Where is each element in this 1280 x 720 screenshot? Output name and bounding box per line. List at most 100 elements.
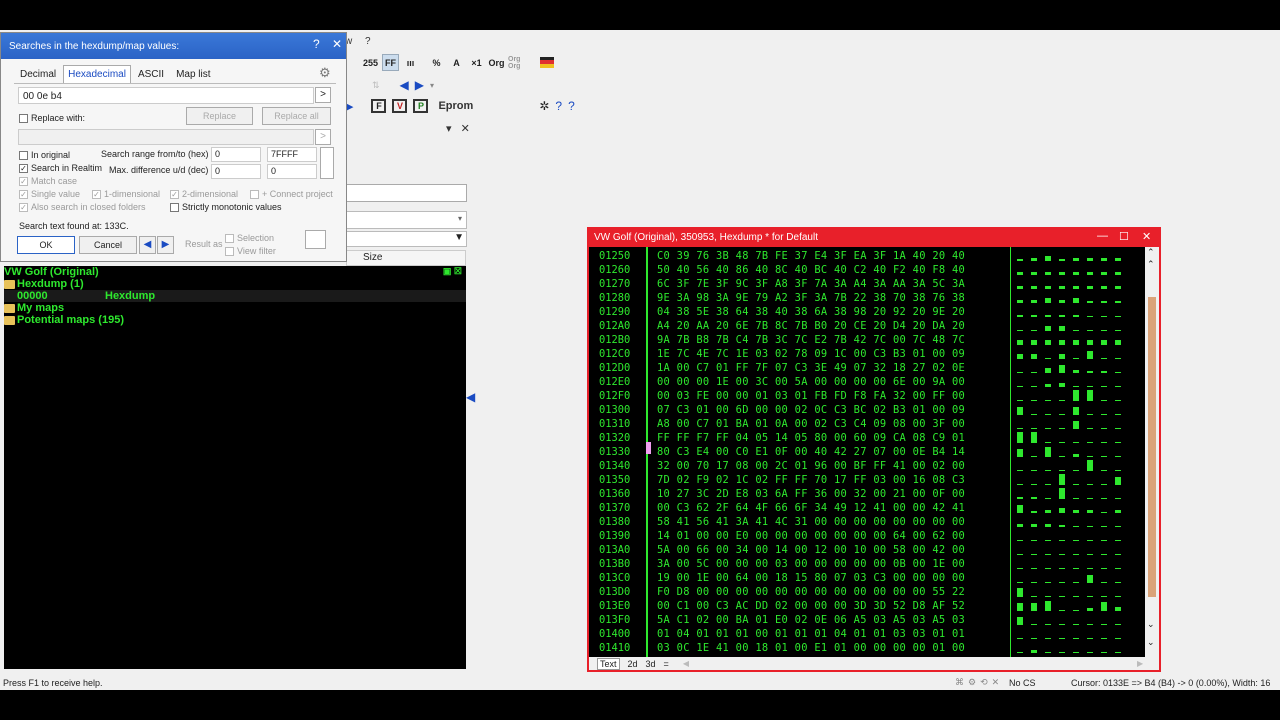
search-range-label: Search range from/to (hex)	[101, 149, 209, 159]
project-select-2[interactable]: ▼	[346, 231, 467, 247]
help-icon[interactable]: ?	[555, 99, 562, 113]
graph-bar	[1045, 286, 1051, 289]
range-from-input[interactable]: 0	[211, 147, 261, 162]
hex-bytes[interactable]: C0 39 76 3B 48 7B FE 37 E4 3F EA 3F 1A 4…	[657, 249, 965, 655]
v-icon[interactable]: V	[392, 99, 408, 113]
tab-text[interactable]: Text	[597, 657, 620, 670]
splitter-arrow-icon[interactable]: ◀	[466, 390, 475, 404]
tab-2d[interactable]: 2d	[628, 659, 638, 669]
tree-item-hexdump-entry[interactable]: 00000 Hexdump	[17, 290, 155, 302]
tb-factor-button[interactable]: ×1	[468, 54, 485, 71]
graph-bar	[1087, 460, 1093, 471]
graph-bar	[1087, 484, 1093, 485]
diff-up-input[interactable]: 0	[211, 164, 261, 179]
color-flag-icon[interactable]	[538, 54, 555, 71]
search-input[interactable]: 00 0e b4	[18, 87, 314, 104]
menu-item-help[interactable]: ?	[365, 36, 371, 47]
one-dim-checkbox[interactable]: ✓ 1-dimensional	[92, 189, 160, 199]
tab-hexadecimal[interactable]: Hexadecimal	[63, 65, 131, 84]
two-dim-checkbox[interactable]: ✓ 2-dimensional	[170, 189, 238, 199]
prev-arrow-icon[interactable]: ◀	[400, 78, 409, 92]
graph-bar	[1031, 330, 1037, 331]
hexdump-view[interactable]: 01250 01260 01270 01280 01290 012A0 012B…	[589, 247, 1145, 657]
graph-bar	[1115, 400, 1121, 401]
tb-delta-button[interactable]: A	[448, 54, 465, 71]
tab-equal[interactable]: =	[664, 659, 669, 669]
p-icon[interactable]: P	[413, 99, 429, 113]
tab-ascii[interactable]: ASCII	[133, 65, 169, 84]
scroll-down-fast-icon[interactable]: ⌄	[1147, 637, 1155, 648]
find-prev-button[interactable]: ◀	[139, 236, 156, 254]
dialog-help-icon[interactable]: ?	[313, 37, 320, 51]
tb-org-button[interactable]: Org	[488, 54, 505, 71]
project-filter-input[interactable]	[346, 184, 467, 202]
tab-decimal[interactable]: Decimal	[15, 65, 61, 84]
status-icons[interactable]: ⌘⚙⟲✕	[955, 677, 1003, 688]
ok-button[interactable]: OK	[17, 236, 75, 254]
in-original-checkbox[interactable]: In original	[19, 150, 70, 160]
search-history-button[interactable]: >	[315, 87, 331, 103]
dialog-titlebar[interactable]: Searches in the hexdump/map values: ? ✕	[1, 33, 346, 59]
tools-icon[interactable]: ✲	[539, 99, 549, 113]
updown-icon[interactable]: ⇅	[372, 80, 380, 91]
tb-hex-button[interactable]: FF	[382, 54, 399, 71]
replace-button[interactable]: Replace	[186, 107, 253, 125]
project-tree[interactable]: VW Golf (Original) ▣ ☒ Hexdump (1) 00000…	[4, 266, 466, 669]
range-to-input[interactable]: 7FFFF	[267, 147, 317, 162]
cancel-button[interactable]: Cancel	[79, 236, 137, 254]
gear-icon[interactable]: ⚙	[319, 65, 331, 81]
range-spinner[interactable]	[320, 147, 334, 179]
project-select-1[interactable]: ▾	[346, 211, 467, 229]
match-case-checkbox[interactable]: ✓ Match case	[19, 176, 77, 186]
f-icon[interactable]: F	[371, 99, 387, 113]
replace-history-button[interactable]: >	[315, 129, 331, 145]
monotonic-checkbox[interactable]: Strictly monotonic values	[170, 202, 282, 212]
selection-checkbox[interactable]: Selection	[225, 233, 274, 243]
diff-down-input[interactable]: 0	[267, 164, 317, 179]
maximize-icon[interactable]: ☐	[1119, 230, 1129, 243]
graph-bar	[1045, 484, 1051, 485]
hexdump-vscrollbar[interactable]: ⌃ ⌃ ⌄ ⌄	[1145, 247, 1159, 657]
connect-project-checkbox[interactable]: + Connect project	[250, 189, 333, 199]
scroll-up-fast-icon[interactable]: ⌃	[1147, 259, 1155, 270]
tab-map-list[interactable]: Map list	[171, 65, 215, 84]
tree-item-my-maps[interactable]: My maps	[4, 302, 64, 314]
tb-percent-button[interactable]: %	[428, 54, 445, 71]
dropdown-icon[interactable]: ▾	[430, 81, 434, 90]
find-next-button[interactable]: ▶	[157, 236, 174, 254]
closed-folders-checkbox[interactable]: ✓ Also search in closed folders	[19, 202, 146, 212]
context-help-icon[interactable]: ?	[568, 99, 575, 113]
tree-item-project[interactable]: VW Golf (Original)	[4, 266, 99, 278]
next-arrow-icon[interactable]: ▶	[415, 78, 424, 92]
scroll-up-icon[interactable]: ⌃	[1147, 247, 1155, 258]
replace-input[interactable]	[18, 129, 314, 145]
view-filter-checkbox[interactable]: View filter	[225, 246, 276, 256]
tree-item-potential-maps[interactable]: Potential maps (195)	[4, 314, 124, 326]
hexdump-titlebar[interactable]: VW Golf (Original), 350953, Hexdump * fo…	[589, 229, 1159, 247]
graph-bar	[1115, 456, 1121, 457]
minimize-icon[interactable]: —	[1097, 230, 1108, 242]
checkbox-label: Also search in closed folders	[31, 202, 146, 212]
close-icon[interactable]: ✕	[1142, 230, 1151, 243]
graph-bar	[1115, 624, 1121, 625]
replace-all-button[interactable]: Replace all	[262, 107, 331, 125]
replace-with-checkbox[interactable]: Replace with:	[19, 113, 85, 123]
color-swatch[interactable]	[305, 230, 326, 249]
panel-close-icon[interactable]: ✕	[461, 123, 470, 135]
scroll-thumb[interactable]	[1148, 297, 1156, 597]
hscroll-left-icon[interactable]: ◀	[683, 659, 689, 668]
search-realtime-checkbox[interactable]: ✓ Search in Realtim	[19, 163, 102, 173]
size-column-header[interactable]: Size	[346, 250, 466, 266]
hscroll-right-icon[interactable]: ▶	[1137, 659, 1143, 668]
dialog-close-icon[interactable]: ✕	[332, 37, 342, 51]
scroll-down-icon[interactable]: ⌄	[1147, 619, 1155, 630]
tb-org-org-button[interactable]: Org Org	[508, 54, 525, 71]
tb-bits-button[interactable]: ııı	[402, 54, 419, 71]
status-help-text: Press F1 to receive help.	[3, 678, 103, 688]
single-value-checkbox[interactable]: ✓ Single value	[19, 189, 80, 199]
tree-item-hexdump-folder[interactable]: Hexdump (1)	[4, 278, 84, 290]
tree-collapse-icons[interactable]: ▣ ☒	[443, 266, 462, 277]
panel-dropdown-icon[interactable]: ▾	[446, 123, 452, 135]
tab-3d[interactable]: 3d	[646, 659, 656, 669]
tb-255-button[interactable]: 255	[362, 54, 379, 71]
